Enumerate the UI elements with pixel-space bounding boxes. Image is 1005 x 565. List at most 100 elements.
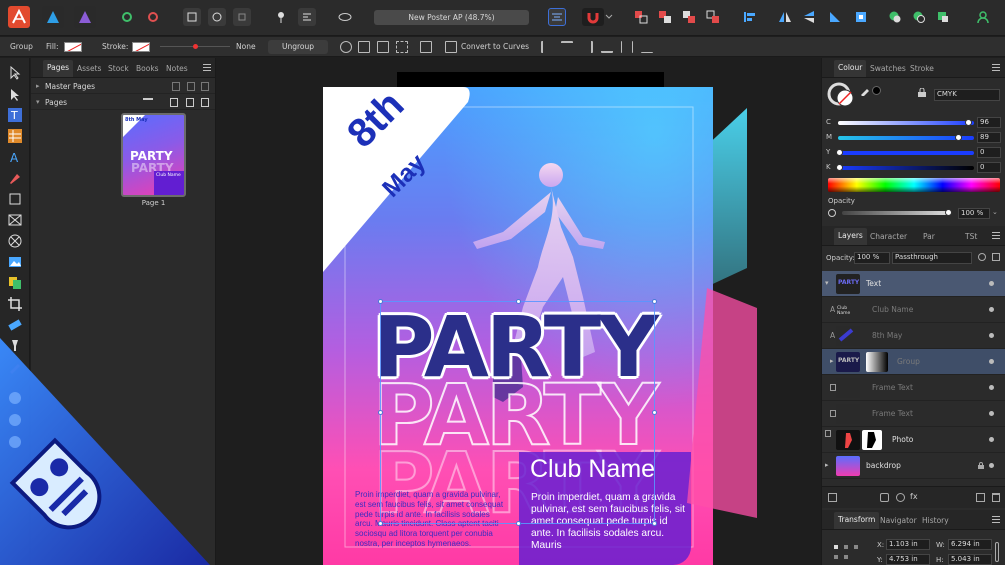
artistic-text-tool-icon[interactable]: A — [8, 150, 22, 165]
boolean-add-icon[interactable] — [886, 8, 904, 26]
x-field[interactable]: 1.103 in — [886, 539, 930, 550]
node-tool-icon[interactable] — [8, 88, 22, 102]
settings-gear-icon[interactable] — [118, 8, 136, 26]
pen-tool-icon[interactable] — [8, 171, 22, 185]
tab-swatches[interactable]: Swatches — [870, 64, 906, 73]
tab-history[interactable]: History — [922, 516, 949, 525]
align-icon[interactable] — [741, 8, 759, 26]
link-icon[interactable] — [336, 8, 354, 26]
panel-menu-icon[interactable] — [203, 64, 211, 71]
gear-icon[interactable] — [144, 8, 162, 26]
move-back-icon[interactable] — [632, 8, 650, 26]
yellow-slider[interactable]: Y 0 — [826, 147, 1002, 159]
lock-icon[interactable] — [978, 462, 984, 469]
tab-character[interactable]: Character — [870, 232, 907, 241]
flip-horizontal-icon[interactable] — [776, 8, 794, 26]
adjustment-icon[interactable] — [896, 493, 905, 502]
panel-menu-icon[interactable] — [992, 232, 1000, 239]
tab-paragraph[interactable]: Par — [923, 232, 935, 241]
align-bottom-icon[interactable] — [641, 41, 653, 53]
stroke-width-knob[interactable] — [193, 44, 198, 49]
align-center-icon[interactable] — [561, 41, 573, 53]
master-pages-section[interactable]: ▸ Master Pages — [31, 79, 215, 94]
ellipse-frame-tool-icon[interactable] — [8, 234, 22, 248]
yellow-knob[interactable] — [836, 149, 843, 156]
fill-tool-icon[interactable] — [8, 318, 22, 332]
pin-icon[interactable] — [272, 8, 290, 26]
handle-bottom-right[interactable] — [652, 521, 657, 526]
color-picker-icon[interactable] — [860, 86, 870, 97]
layer-settings-icon[interactable] — [978, 253, 986, 261]
arrange-icon[interactable] — [828, 493, 837, 502]
magenta-knob[interactable] — [955, 134, 962, 141]
magenta-track[interactable] — [838, 134, 974, 141]
no-colour-icon[interactable] — [828, 209, 836, 217]
chevron-down-icon[interactable]: ⌄ — [992, 208, 998, 216]
layer-group[interactable]: ▸ PARTY Group — [822, 349, 1005, 375]
rotate-left-icon[interactable] — [826, 8, 844, 26]
anchor-grid[interactable] — [832, 541, 862, 561]
snapping-magnet-icon[interactable] — [582, 8, 604, 26]
bleed-mode-icon[interactable] — [233, 8, 251, 26]
layer-photo[interactable]: Photo — [822, 427, 1005, 453]
cyan-track[interactable] — [838, 119, 974, 126]
tab-stroke[interactable]: Stroke — [910, 64, 934, 73]
fx-icon[interactable]: fx — [910, 492, 918, 501]
table-tool-icon[interactable] — [8, 129, 22, 143]
visibility-dot-icon[interactable] — [989, 411, 994, 416]
visibility-dot-icon[interactable] — [989, 333, 994, 338]
black-slider[interactable]: K 0 — [826, 162, 1002, 174]
h-field[interactable]: 5.043 in — [948, 554, 992, 565]
place-image-tool-icon[interactable] — [8, 255, 22, 269]
handle-right[interactable] — [652, 410, 657, 415]
visibility-dot-icon[interactable] — [989, 463, 994, 468]
boolean-intersect-icon[interactable] — [934, 8, 952, 26]
handle-left[interactable] — [378, 410, 383, 415]
convert-curves-icon[interactable] — [445, 41, 457, 53]
visibility-dot-icon[interactable] — [989, 437, 994, 442]
handle-bottom[interactable] — [516, 521, 521, 526]
crosshair-icon[interactable] — [340, 41, 352, 53]
rotate-right-icon[interactable] — [852, 8, 870, 26]
tab-text-styles[interactable]: TSt — [965, 232, 977, 241]
chevron-right-icon[interactable]: ▸ — [830, 357, 834, 365]
w-field[interactable]: 6.294 in — [948, 539, 992, 550]
duplicate-master-icon[interactable] — [187, 82, 195, 91]
add-page-icon[interactable] — [170, 98, 178, 107]
layer-frame-text-1[interactable]: Frame Text — [822, 375, 1005, 401]
page-thumbnail[interactable]: 8th May PARTY PARTY Club Name — [121, 113, 186, 197]
ungroup-button[interactable]: Ungroup — [268, 40, 328, 54]
opacity-knob[interactable] — [945, 209, 952, 216]
duplicate-page-icon[interactable] — [186, 98, 194, 107]
visibility-dot-icon[interactable] — [989, 281, 994, 286]
trash-icon[interactable] — [992, 493, 1000, 502]
tab-pages[interactable]: Pages — [43, 60, 74, 77]
fill-swatch[interactable] — [64, 42, 82, 52]
lock-aspect-icon[interactable] — [995, 542, 999, 562]
black-value[interactable]: 0 — [977, 162, 1001, 173]
black-swatch[interactable] — [872, 86, 881, 95]
boolean-subtract-icon[interactable] — [910, 8, 928, 26]
stroke-swatch[interactable] — [132, 42, 150, 52]
tab-navigator[interactable]: Navigator — [880, 516, 917, 525]
fill-stroke-selector-icon[interactable] — [827, 82, 857, 110]
layer-frame-text-2[interactable]: Frame Text — [822, 401, 1005, 427]
colour-model-select[interactable]: CMYK — [934, 89, 1000, 101]
align-left-icon[interactable] — [541, 41, 553, 53]
flip-vertical-icon[interactable] — [800, 8, 818, 26]
layer-text[interactable]: ▾ PARTY Text — [822, 271, 1005, 297]
mask-icon[interactable] — [880, 493, 889, 502]
layer-date[interactable]: A 8th May — [822, 323, 1005, 349]
handle-bottom-left[interactable] — [378, 521, 383, 526]
handle-top-right[interactable] — [652, 299, 657, 304]
handle-top[interactable] — [516, 299, 521, 304]
black-knob[interactable] — [836, 164, 843, 171]
page-layout-icon[interactable] — [143, 98, 153, 107]
tab-books[interactable]: Books — [136, 64, 159, 73]
lock-icon[interactable] — [918, 87, 926, 97]
delete-master-icon[interactable] — [201, 82, 209, 91]
photo-persona-icon[interactable] — [74, 6, 96, 28]
magenta-value[interactable]: 89 — [977, 132, 1001, 143]
opacity-value-field[interactable]: 100 % — [958, 208, 990, 219]
cyan-slider[interactable]: C 96 — [826, 117, 1002, 129]
